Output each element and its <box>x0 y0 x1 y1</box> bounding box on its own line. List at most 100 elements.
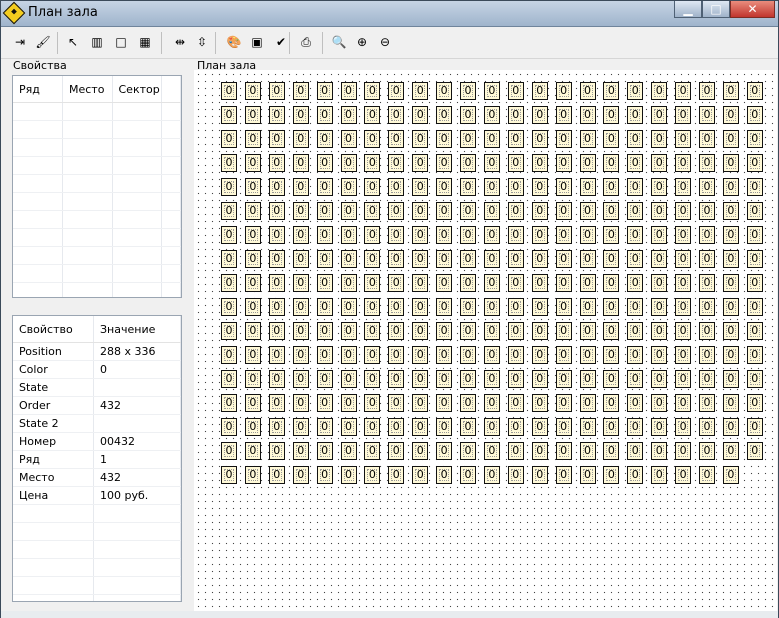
seat[interactable]: 0 <box>268 154 285 172</box>
seat[interactable]: 0 <box>675 394 692 412</box>
seat[interactable]: 0 <box>292 418 309 436</box>
seat[interactable]: 0 <box>483 274 500 292</box>
seat[interactable]: 0 <box>436 250 453 268</box>
seat[interactable]: 0 <box>579 370 596 388</box>
seat[interactable]: 0 <box>460 202 476 220</box>
seat[interactable]: 0 <box>340 250 357 268</box>
seat[interactable]: 0 <box>507 418 524 436</box>
seat[interactable]: 0 <box>364 442 381 460</box>
seat[interactable]: 0 <box>388 418 405 436</box>
seat[interactable]: 0 <box>722 322 739 340</box>
seat[interactable]: 0 <box>268 370 285 388</box>
seat[interactable]: 0 <box>268 130 285 148</box>
seat[interactable]: 0 <box>746 442 763 460</box>
seat[interactable]: 0 <box>244 322 261 340</box>
table-row[interactable] <box>13 228 181 247</box>
seat[interactable]: 0 <box>555 442 572 460</box>
property-row[interactable]: Место 432 <box>13 468 181 487</box>
seat[interactable]: 0 <box>507 154 524 172</box>
seat[interactable]: 0 <box>292 394 309 412</box>
seat[interactable]: 0 <box>603 322 620 340</box>
seat[interactable]: 0 <box>675 154 692 172</box>
table-row[interactable] <box>13 282 181 297</box>
seat[interactable]: 0 <box>627 154 644 172</box>
seat[interactable]: 0 <box>412 202 429 220</box>
seat[interactable]: 0 <box>340 466 357 484</box>
seat[interactable]: 0 <box>316 106 333 124</box>
props-column-header[interactable]: Значение <box>93 316 181 343</box>
seat[interactable]: 0 <box>722 466 739 484</box>
seat[interactable]: 0 <box>627 298 644 316</box>
seat[interactable]: 0 <box>436 226 453 244</box>
seat[interactable]: 0 <box>340 322 357 340</box>
seat[interactable]: 0 <box>531 106 548 124</box>
seat[interactable]: 0 <box>292 250 309 268</box>
seat[interactable]: 0 <box>651 130 668 148</box>
seat[interactable]: 0 <box>412 82 429 100</box>
minimize-button[interactable]: ▁ <box>674 1 702 18</box>
seat[interactable]: 0 <box>221 250 237 268</box>
seat[interactable]: 0 <box>436 442 453 460</box>
seat[interactable]: 0 <box>627 178 644 196</box>
table-row[interactable] <box>13 138 181 157</box>
hall-plan-canvas[interactable]: 0000000000000000000000000000000000000000… <box>194 70 777 611</box>
seat[interactable]: 0 <box>675 322 692 340</box>
seat[interactable]: 0 <box>483 370 500 388</box>
seat[interactable]: 0 <box>364 178 381 196</box>
seat[interactable]: 0 <box>699 130 715 148</box>
seat[interactable]: 0 <box>699 106 715 124</box>
image-icon[interactable]: ▣ <box>248 33 266 51</box>
seat[interactable]: 0 <box>579 202 596 220</box>
property-row[interactable]: Ряд 1 <box>13 450 181 469</box>
seat[interactable]: 0 <box>340 346 357 364</box>
seat[interactable]: 0 <box>651 370 668 388</box>
seat[interactable]: 0 <box>292 442 309 460</box>
zoom-fit-icon[interactable]: 🔍 <box>330 33 348 51</box>
table-row[interactable] <box>13 210 181 229</box>
seat[interactable]: 0 <box>555 202 572 220</box>
seat[interactable]: 0 <box>699 250 715 268</box>
seat[interactable]: 0 <box>555 178 572 196</box>
seat[interactable]: 0 <box>316 370 333 388</box>
seat[interactable]: 0 <box>436 466 453 484</box>
seat[interactable]: 0 <box>388 394 405 412</box>
seat[interactable]: 0 <box>316 250 333 268</box>
seat[interactable]: 0 <box>388 82 405 100</box>
seat[interactable]: 0 <box>555 466 572 484</box>
seat[interactable]: 0 <box>603 346 620 364</box>
seat[interactable]: 0 <box>460 106 476 124</box>
seat[interactable]: 0 <box>579 226 596 244</box>
seat[interactable]: 0 <box>244 418 261 436</box>
seat[interactable]: 0 <box>292 130 309 148</box>
seats-column-header[interactable]: Ряд <box>13 76 63 103</box>
seat[interactable]: 0 <box>388 106 405 124</box>
seat[interactable]: 0 <box>555 418 572 436</box>
seat[interactable]: 0 <box>675 130 692 148</box>
seat[interactable]: 0 <box>340 178 357 196</box>
property-row[interactable]: Color 0 <box>13 360 181 379</box>
title-bar[interactable]: План зала ▁ □ ✕ <box>1 1 778 27</box>
seat[interactable]: 0 <box>531 130 548 148</box>
seat[interactable]: 0 <box>627 346 644 364</box>
brush-icon[interactable]: 🖌 <box>34 33 52 51</box>
seat[interactable]: 0 <box>436 370 453 388</box>
seat[interactable]: 0 <box>244 202 261 220</box>
seat[interactable]: 0 <box>292 226 309 244</box>
table-row[interactable] <box>13 246 181 265</box>
seat[interactable]: 0 <box>388 298 405 316</box>
seat[interactable]: 0 <box>555 130 572 148</box>
seat[interactable]: 0 <box>316 442 333 460</box>
seat[interactable]: 0 <box>651 106 668 124</box>
seat[interactable]: 0 <box>483 178 500 196</box>
seat[interactable]: 0 <box>483 250 500 268</box>
seat[interactable]: 0 <box>531 346 548 364</box>
zoom-out-icon[interactable]: ⊖ <box>376 33 394 51</box>
table-row[interactable] <box>13 102 181 121</box>
seat[interactable]: 0 <box>221 202 237 220</box>
seat[interactable]: 0 <box>460 466 476 484</box>
seat[interactable]: 0 <box>722 274 739 292</box>
seat[interactable]: 0 <box>221 442 237 460</box>
seat[interactable]: 0 <box>388 274 405 292</box>
seat[interactable]: 0 <box>699 298 715 316</box>
seat[interactable]: 0 <box>579 346 596 364</box>
